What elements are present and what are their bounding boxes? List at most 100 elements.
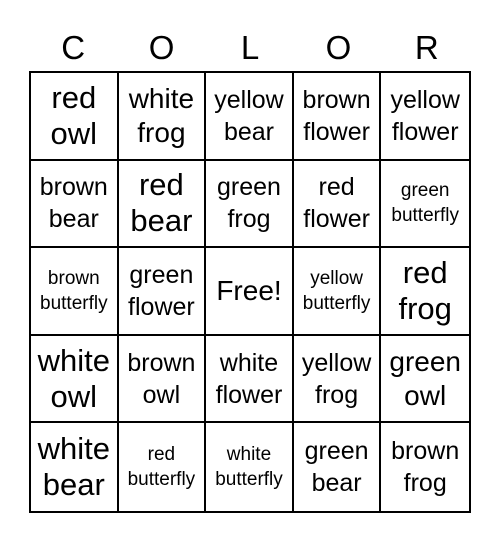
header-letter: C — [61, 29, 86, 66]
cell-line-2: flower — [215, 380, 283, 409]
cell-line-2: butterfly — [127, 469, 196, 491]
bingo-cell[interactable]: yellow frog — [293, 335, 382, 424]
cell-line-1: yellow — [301, 348, 372, 377]
bingo-cell[interactable]: white frog — [118, 73, 207, 161]
cell-line-2: owl — [50, 115, 98, 151]
cell-line-2: frog — [403, 469, 447, 498]
cell-text: red frog — [398, 255, 451, 327]
cell-text: green flower — [128, 259, 195, 323]
cell-line-1: white — [37, 431, 110, 467]
cell-text: brown flower — [303, 84, 371, 148]
cell-line-1: red — [402, 254, 448, 290]
cell-text: green frog — [217, 171, 281, 235]
cell-text: red owl — [51, 80, 98, 152]
bingo-cell[interactable]: yellow flower — [381, 73, 469, 161]
bingo-cell[interactable]: green bear — [294, 423, 382, 511]
cell-text: white butterfly — [215, 442, 283, 492]
cell-line-1: green — [400, 180, 450, 202]
cell-line-2: butterfly — [40, 292, 108, 314]
cell-line-2: flower — [128, 292, 195, 321]
header-letter: R — [414, 29, 439, 66]
cell-text: brown bear — [40, 171, 108, 235]
bingo-cell[interactable]: yellow bear — [206, 73, 294, 161]
cell-line-1: white — [128, 82, 195, 114]
cell-line-1: green — [129, 260, 194, 289]
cell-line-2: bear — [48, 205, 99, 234]
cell-text: red flower — [303, 171, 370, 235]
cell-line-2: frog — [137, 116, 186, 148]
cell-line-1: red — [51, 79, 97, 115]
cell-text: Free! — [216, 274, 281, 308]
cell-line-2: owl — [50, 378, 98, 414]
cell-line-1: yellow — [214, 85, 284, 114]
bingo-cell[interactable]: green flower — [118, 248, 207, 336]
bingo-cell[interactable]: green butterfly — [381, 161, 469, 249]
cell-text: green bear — [305, 435, 369, 499]
cell-line-1: brown — [39, 173, 108, 202]
cell-text: yellow frog — [302, 347, 371, 411]
header-letter: L — [240, 29, 260, 66]
bingo-card-grid: red owl white frog yellow bear brown flower yell… — [29, 71, 471, 513]
cell-line-2: flower — [303, 205, 370, 234]
cell-line-1: brown — [391, 437, 460, 466]
cell-line-1: red — [147, 444, 176, 466]
cell-line-2: butterfly — [302, 292, 371, 314]
cell-text: yellow butterfly — [303, 266, 371, 316]
cell-text: yellow flower — [390, 84, 459, 148]
cell-line-2: owl — [142, 380, 181, 409]
cell-line-1: brown — [302, 85, 371, 114]
cell-line-1: green — [304, 437, 369, 466]
bingo-cell[interactable]: white butterfly — [206, 423, 294, 511]
cell-line-2: butterfly — [215, 469, 283, 491]
cell-line-1: brown — [47, 267, 100, 289]
cell-line-1: yellow — [390, 85, 460, 114]
cell-text: white frog — [129, 82, 194, 150]
cell-text: white flower — [216, 347, 283, 411]
cell-line-2: flower — [303, 117, 370, 146]
bingo-cell[interactable]: red bear — [118, 160, 207, 249]
cell-line-1: green — [389, 345, 461, 377]
bingo-cell[interactable]: white bear — [31, 423, 119, 511]
cell-line-1: Free! — [216, 274, 282, 306]
cell-text: yellow bear — [214, 84, 283, 148]
bingo-cell[interactable]: brown bear — [31, 160, 119, 249]
bingo-cell[interactable]: red frog — [381, 248, 469, 336]
cell-line-1: white — [37, 342, 110, 378]
bingo-header: C O L O R — [29, 28, 471, 68]
bingo-cell[interactable]: brown flower — [293, 73, 382, 161]
bingo-cell[interactable]: red flower — [293, 160, 382, 249]
bingo-cell[interactable]: green owl — [381, 336, 469, 424]
cell-line-1: green — [217, 173, 281, 202]
cell-line-1: brown — [127, 348, 196, 377]
bingo-cell[interactable]: white flower — [206, 335, 294, 424]
cell-line-1: yellow — [310, 267, 363, 289]
bingo-cell[interactable]: red butterfly — [119, 423, 207, 511]
cell-text: white bear — [38, 431, 110, 503]
cell-text: brown butterfly — [40, 266, 108, 316]
bingo-cell[interactable]: yellow butterfly — [293, 248, 382, 336]
bingo-free-cell[interactable]: Free! — [206, 248, 294, 336]
bingo-cell[interactable]: brown owl — [118, 335, 207, 424]
cell-line-2: flower — [391, 117, 459, 146]
cell-text: white owl — [38, 343, 110, 415]
cell-line-2: owl — [404, 379, 447, 411]
bingo-cell[interactable]: red owl — [31, 73, 119, 161]
cell-line-2: bear — [42, 467, 105, 503]
cell-text: brown owl — [127, 347, 195, 411]
cell-text: red bear — [130, 167, 192, 239]
header-letter: O — [148, 29, 175, 66]
bingo-cell[interactable]: green frog — [206, 160, 294, 249]
cell-line-2: frog — [227, 205, 271, 234]
cell-text: green owl — [389, 345, 461, 413]
bingo-cell[interactable]: white owl — [31, 335, 119, 424]
cell-line-2: bear — [130, 203, 193, 239]
cell-line-1: red — [138, 167, 184, 203]
bingo-cell[interactable]: brown frog — [381, 423, 469, 511]
cell-line-2: butterfly — [391, 205, 459, 227]
cell-line-2: frog — [315, 380, 359, 409]
cell-text: brown frog — [391, 435, 459, 499]
cell-text: green butterfly — [391, 178, 459, 228]
cell-line-1: red — [318, 173, 355, 202]
bingo-cell[interactable]: brown butterfly — [31, 248, 119, 336]
header-letter: O — [325, 29, 352, 66]
